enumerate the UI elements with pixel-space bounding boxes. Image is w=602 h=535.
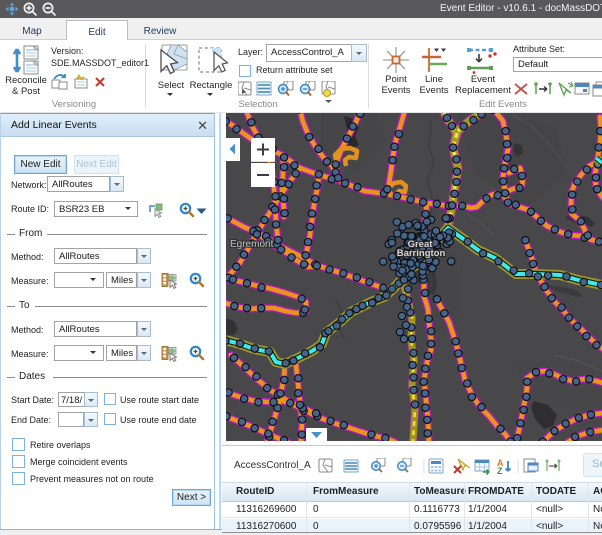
svg-text:Z: Z: [497, 466, 503, 475]
svg-text:Egremont: Egremont: [230, 239, 274, 250]
svg-text:Barrington: Barrington: [397, 248, 446, 259]
